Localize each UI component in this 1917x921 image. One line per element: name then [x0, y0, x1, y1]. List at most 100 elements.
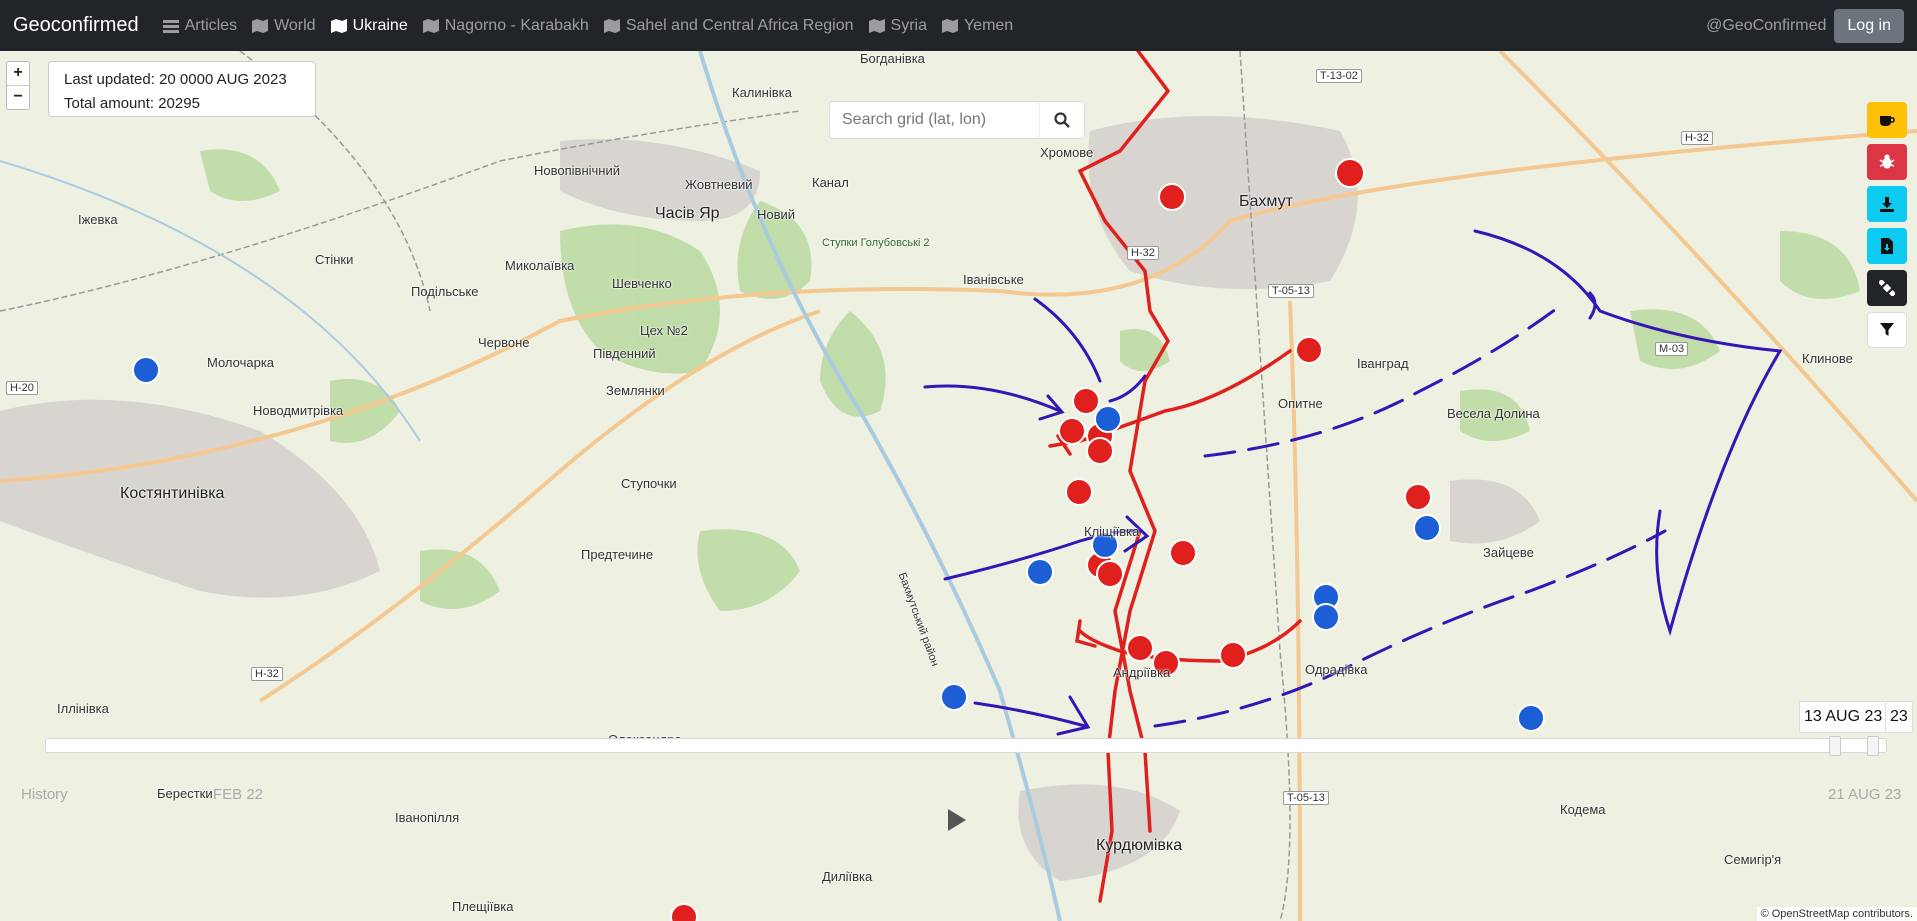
brand-logo[interactable]: Geoconfirmed [13, 14, 139, 37]
place-label: Червоне [478, 335, 530, 350]
twitter-handle-link[interactable]: @GeoConfirmed [1706, 17, 1826, 35]
nav-articles[interactable]: Articles [162, 16, 238, 35]
nav-world[interactable]: World [252, 17, 316, 35]
file-download-icon [1881, 238, 1893, 254]
zoom-in-button[interactable]: + [7, 62, 29, 86]
map-icon [422, 18, 439, 33]
place-label: Кліщіївка [1084, 524, 1140, 539]
nav-yemen[interactable]: Yemen [941, 17, 1013, 35]
place-label: Південний [593, 346, 656, 361]
timeline-handle-start[interactable] [1829, 736, 1841, 756]
timeline-start-label: FEB 22 [213, 786, 264, 803]
map-canvas[interactable]: Бахмут Часів Яр Костянтинівка Курдюмівка… [0, 51, 1917, 921]
road-label: T-05-13 [1268, 284, 1314, 298]
place-label: Бахмут [1239, 193, 1293, 210]
login-button[interactable]: Log in [1834, 8, 1904, 43]
road-label: M-03 [1655, 342, 1689, 356]
place-label: Клинове [1802, 351, 1853, 366]
nav-right: @GeoConfirmed Log in [1706, 8, 1904, 43]
zoom-out-button[interactable]: − [7, 86, 29, 109]
place-label: Богданівка [860, 51, 925, 66]
play-button[interactable] [946, 808, 968, 837]
last-updated-text: Last updated: 20 0000 AUG 2023 [64, 71, 287, 88]
place-label: Шевченко [612, 276, 672, 291]
search-button[interactable] [1039, 102, 1084, 138]
bug-icon [1879, 154, 1895, 169]
place-label: Одрадівка [1305, 662, 1368, 677]
place-label: Подільське [411, 284, 479, 299]
place-label: Плещіївка [452, 899, 514, 914]
nav-nagorno-karabakh[interactable]: Nagorno - Karabakh [422, 16, 589, 35]
place-label: Предтечине [581, 547, 654, 562]
place-label: Новий [757, 207, 796, 222]
download-button[interactable] [1867, 186, 1907, 222]
map-attribution[interactable]: © OpenStreetMap contributors. [1756, 907, 1917, 921]
nav-label: World [274, 16, 316, 34]
donate-coffee-button[interactable] [1867, 102, 1907, 138]
nav-label: Articles [184, 16, 238, 34]
nav-label: Syria [890, 16, 927, 34]
top-navbar: Geoconfirmed Articles World Ukraine Nago… [0, 0, 1917, 51]
road-label: H-32 [251, 667, 283, 681]
place-label: Іванград [1357, 356, 1409, 371]
place-label: Костянтинівка [120, 485, 225, 502]
road-label: H-32 [1681, 131, 1713, 145]
place-label: Новодмитрівка [253, 403, 344, 418]
coffee-icon [1880, 116, 1895, 126]
place-label: Берестки [157, 786, 213, 801]
search-input[interactable]: Search grid (lat, lon) [830, 111, 1039, 129]
file-download-button[interactable] [1867, 228, 1907, 264]
map-icon [252, 18, 269, 33]
place-label: Весела Долина [1447, 406, 1540, 421]
info-panel: Last updated: 20 0000 AUG 2023 Total amo… [48, 61, 316, 117]
map-tools-sidebar [1867, 102, 1909, 354]
timeline-end-label: 21 AUG 23 [1828, 786, 1902, 803]
place-label: Іжевка [78, 212, 118, 227]
place-label: Ступки Голубовські 2 [822, 237, 930, 249]
road-label: T-05-13 [1283, 791, 1329, 805]
grid-search: Search grid (lat, lon) [829, 101, 1085, 139]
satellite-icon [1879, 280, 1895, 296]
end-date-badge: 23 [1885, 701, 1913, 733]
current-date-badge: 13 AUG 23 [1799, 701, 1888, 733]
history-label: History [21, 786, 68, 803]
nav-ukraine[interactable]: Ukraine [330, 16, 408, 35]
place-label: Миколаївка [505, 258, 575, 273]
map-base-layer[interactable] [0, 51, 1917, 921]
place-label: Ступочки [621, 476, 677, 491]
place-label: Калинівка [732, 85, 792, 100]
download-icon [1880, 197, 1894, 212]
place-label: Семигір'я [1724, 852, 1782, 867]
satellite-view-button[interactable] [1867, 270, 1907, 306]
map-icon [868, 18, 885, 33]
filter-icon [1880, 323, 1894, 336]
place-label: Кодема [1560, 802, 1606, 817]
place-label: Курдюмівка [1096, 837, 1183, 854]
place-label: Канал [812, 175, 849, 190]
place-label: Стінки [315, 252, 354, 267]
map-icon [330, 18, 347, 33]
place-label: Землянки [606, 383, 665, 398]
report-bug-button[interactable] [1867, 144, 1907, 180]
place-label: Іванівське [963, 272, 1024, 287]
search-icon [1054, 112, 1070, 128]
nav-label: Sahel and Central Africa Region [625, 16, 854, 34]
nav-label: Ukraine [352, 16, 408, 34]
nav-sahel[interactable]: Sahel and Central Africa Region [603, 16, 854, 35]
filter-button[interactable] [1867, 312, 1907, 348]
nav-label: Nagorno - Karabakh [444, 16, 589, 34]
timeline-handle-end[interactable] [1867, 736, 1879, 756]
place-label: Іллінівка [57, 701, 109, 716]
total-amount-text: Total amount: 20295 [64, 95, 200, 112]
map-icon [603, 18, 620, 33]
place-label: Іванопілля [395, 810, 460, 825]
road-label: H-20 [6, 381, 38, 395]
road-label: H-32 [1127, 246, 1159, 260]
nav-syria[interactable]: Syria [868, 16, 927, 35]
list-icon [162, 19, 179, 33]
road-label: T-13-02 [1316, 69, 1362, 83]
place-label: Хромове [1040, 145, 1094, 160]
place-label: Часів Яр [655, 205, 720, 222]
place-label: Новопівнічний [534, 163, 620, 178]
timeline-slider[interactable] [45, 736, 1887, 756]
